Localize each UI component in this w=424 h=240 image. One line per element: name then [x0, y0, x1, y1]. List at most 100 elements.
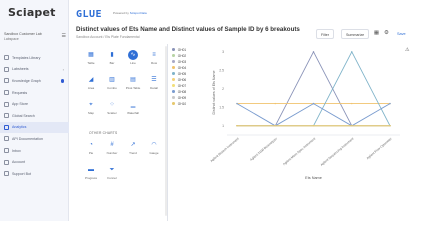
- page-title: Distinct values of Ets Name and Distinct…: [76, 26, 300, 33]
- detail-icon: ☰: [151, 77, 157, 83]
- sidebar-item-inbox[interactable]: Inbox: [0, 145, 69, 157]
- save-button[interactable]: Save: [397, 29, 406, 39]
- x-tick-label: Agilent Flow Cytometer: [366, 137, 393, 161]
- sidebar-item-label: Analytics: [12, 125, 27, 130]
- sidebar-item-label: Inbox: [12, 148, 21, 153]
- app-logo[interactable]: Sciapet: [8, 6, 56, 19]
- legend-swatch: [172, 90, 175, 93]
- analytics-icon: [4, 124, 9, 130]
- chart-type-trend[interactable]: ↗ Trend: [124, 140, 142, 157]
- legend-swatch: [172, 78, 175, 81]
- legend-item[interactable]: GH03: [172, 59, 186, 64]
- sidebar-item-requests[interactable]: Requests: [0, 87, 69, 99]
- workspace-switcher[interactable]: Sandbox Customer Lab Labspace ☰: [4, 32, 66, 46]
- waterfall-icon: ▁: [130, 102, 136, 108]
- chart-type-label: Bar: [109, 60, 115, 65]
- legend-swatch: [172, 60, 175, 63]
- sidebar-item-label: API Documentation: [12, 136, 43, 141]
- chart-type-line[interactable]: ∿ Line: [124, 50, 142, 67]
- sidebar-item-label: Knowledge Graph: [12, 78, 41, 83]
- data-point: [351, 125, 353, 127]
- legend-label: GH06: [177, 77, 187, 82]
- sidebar-item-label: Support Bot: [12, 171, 31, 176]
- chart-type-table[interactable]: ▦ Table: [82, 50, 100, 67]
- library-icon: [4, 55, 9, 61]
- legend-item[interactable]: GH05: [172, 71, 186, 76]
- legend-item[interactable]: GH06: [172, 77, 186, 82]
- sidebar-item-support-bot[interactable]: Support Bot: [0, 168, 69, 180]
- sidebar-item-account[interactable]: Account: [0, 156, 69, 168]
- legend-item[interactable]: GH04: [172, 65, 186, 70]
- chart-type-map[interactable]: ⌖ Map: [82, 100, 100, 117]
- chart-type-label: Table: [87, 60, 95, 65]
- legend-label: GH03: [177, 59, 187, 64]
- chart-type-area[interactable]: ◢ Area: [82, 75, 100, 92]
- panel-scrollbar[interactable]: [165, 46, 167, 216]
- sidebar-item-app-store[interactable]: App Store: [0, 98, 69, 110]
- legend-swatch: [172, 54, 175, 57]
- chart-type-funnel[interactable]: ⏷ Funnel: [103, 165, 121, 182]
- chart-type-label: Waterfall: [127, 110, 139, 115]
- workspace-sub: Labspace: [4, 37, 19, 41]
- sidebar-item-analytics[interactable]: Analytics: [0, 121, 69, 134]
- chart-type-progress[interactable]: ▬ Progress: [82, 165, 100, 182]
- menu-icon[interactable]: ☰: [62, 33, 66, 39]
- chart-type-pivot-table[interactable]: ▤ Pivot Table: [124, 75, 142, 92]
- chart-type-label: Map: [88, 110, 94, 115]
- chart-type-pie[interactable]: ◔ Pie: [82, 140, 100, 157]
- sidebar-item-global-search[interactable]: Global Search: [0, 110, 69, 122]
- breadcrumb[interactable]: Sandbox Account / Ets Plate Fundamental: [76, 35, 140, 39]
- warning-icon[interactable]: ⚠: [405, 47, 409, 53]
- summarize-button[interactable]: Summarize: [341, 29, 370, 39]
- chart-type-waterfall[interactable]: ▁ Waterfall: [124, 100, 142, 117]
- legend-swatch: [172, 66, 175, 69]
- series-line-gh05: [237, 51, 391, 127]
- trend-icon: ↗: [130, 142, 136, 148]
- sidebar-item-label: Templates Library: [12, 55, 41, 60]
- sidebar-item-label: App Store: [12, 102, 28, 107]
- inbox-icon: [4, 148, 9, 154]
- chart-type-label: Pie: [88, 150, 94, 155]
- brand-logo[interactable]: GLUE: [76, 9, 102, 20]
- settings-icon[interactable]: ⚙: [383, 30, 390, 37]
- chart-type-number[interactable]: # Number: [103, 140, 121, 157]
- data-point: [236, 125, 238, 127]
- chart-type-gauge[interactable]: ◠ Gauge: [145, 140, 163, 157]
- legend-item[interactable]: GH01: [172, 47, 186, 52]
- data-point: [236, 102, 238, 105]
- legend-swatch: [172, 48, 175, 51]
- sidebar: Sciapet Sandbox Customer Lab Labspace ☰ …: [0, 0, 69, 221]
- bot-icon: [4, 171, 9, 177]
- sidebar-item-labsheets[interactable]: Labsheets ›: [0, 64, 69, 76]
- funnel-icon: ⏷: [109, 167, 115, 173]
- filter-button[interactable]: Filter: [316, 29, 334, 39]
- chart-type-label: Pivot Table: [125, 85, 141, 90]
- data-point: [351, 51, 353, 53]
- chart-type-combo[interactable]: ▥ Combo: [103, 75, 121, 92]
- request-icon: [4, 90, 9, 96]
- series-line-gh01: [237, 51, 390, 127]
- legend-item[interactable]: GH07: [172, 83, 186, 88]
- legend-item[interactable]: GH09: [172, 95, 186, 100]
- legend-item[interactable]: GH10: [172, 101, 186, 106]
- number-icon: #: [110, 142, 114, 148]
- chart-type-bar[interactable]: ▮ Bar: [103, 50, 121, 67]
- x-tick-label: Agilent 2100 Bioanalyzer: [249, 137, 278, 162]
- y-tick-label: 1: [222, 124, 224, 128]
- legend-label: GH02: [177, 53, 187, 58]
- sidebar-item-templates-library[interactable]: Templates Library: [0, 52, 69, 64]
- legend-label: GH01: [177, 47, 187, 52]
- chart-type-scatter[interactable]: ⁘ Scatter: [103, 100, 121, 117]
- chart-type-row[interactable]: ≡ Row: [145, 50, 163, 67]
- table-view-icon[interactable]: ▦: [373, 30, 380, 37]
- data-point: [389, 102, 391, 105]
- legend-item[interactable]: GH08: [172, 89, 186, 94]
- chart-type-label: Scatter: [107, 110, 117, 115]
- chart-type-detail[interactable]: ☰ Detail: [145, 75, 163, 92]
- legend-item[interactable]: GH02: [172, 53, 186, 58]
- sheet-icon: [4, 66, 9, 72]
- sidebar-item-api-documentation[interactable]: API Documentation: [0, 133, 69, 145]
- chart-type-label: Funnel: [107, 175, 117, 180]
- sidebar-item-knowledge-graph[interactable]: Knowledge Graph: [0, 75, 69, 87]
- table-icon: ▦: [88, 52, 94, 58]
